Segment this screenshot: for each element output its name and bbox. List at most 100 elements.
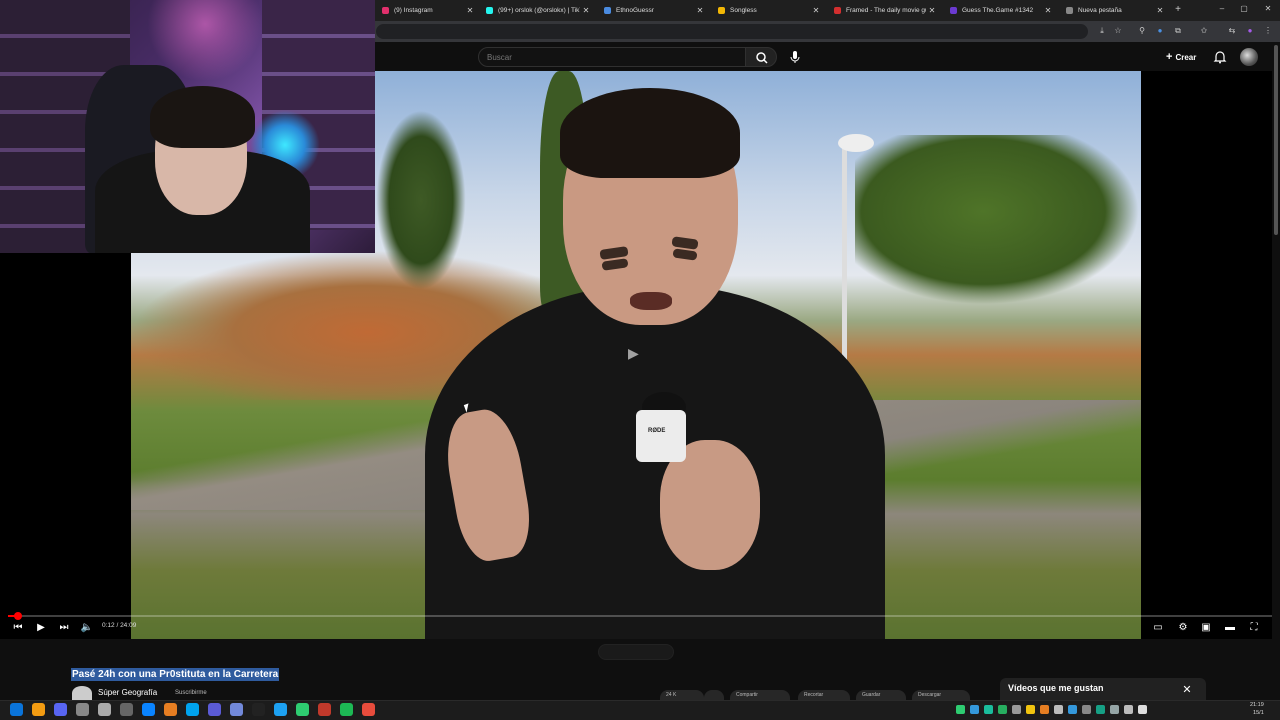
tray-icon[interactable] [956,705,965,714]
taskbar-app-icon[interactable] [340,703,353,716]
taskbar-app-icon[interactable] [54,703,67,716]
new-tab-button[interactable]: + [1172,4,1184,16]
browser-tab[interactable]: Framed - The daily movie gu ✕ [828,2,938,19]
extension-icon[interactable]: ⚲ [1136,25,1148,37]
minimize-button[interactable]: – [1216,4,1228,13]
tray-icon[interactable] [998,705,1007,714]
tray-icon[interactable] [984,705,993,714]
channel-avatar[interactable] [72,686,92,700]
save-button[interactable]: Guardar [856,690,906,700]
taskbar-app-icon[interactable] [10,703,23,716]
taskbar-app-icon[interactable] [252,703,265,716]
like-button[interactable]: 24 K [660,690,704,700]
tab-favicon-icon [718,7,725,14]
browser-tab[interactable]: (99+) orslok (@orslokx) | TikTo ✕ [480,2,592,19]
time-display: 0:12 / 24:09 [102,622,137,629]
profile-icon[interactable]: ● [1244,25,1256,37]
install-icon[interactable]: ⤓ [1096,25,1108,37]
create-button[interactable]: + Crear [1166,48,1202,66]
progress-bar[interactable] [8,615,1272,617]
menu-dots-icon[interactable]: ⋮ [1262,25,1274,37]
previous-icon: ⏮ [13,622,23,633]
dislike-button[interactable] [704,690,724,700]
tab-close-icon[interactable]: ✕ [810,6,822,15]
taskbar-app-icon[interactable] [318,703,331,716]
miniplayer-button[interactable]: ▣ [1198,620,1214,636]
tray-icon[interactable] [1026,705,1035,714]
taskbar-app-icon[interactable] [76,703,89,716]
tray-icon[interactable] [1082,705,1091,714]
tab-label: Nueva pestaña [1078,7,1122,14]
previous-button[interactable]: ⏮ [10,620,26,636]
storyboard-preview [598,644,674,660]
center-play-icon[interactable]: ▶ [628,345,644,363]
tray-icon[interactable] [1012,705,1021,714]
side-panel-icon[interactable]: ⇆ [1226,25,1238,37]
close-window-button[interactable]: ✕ [1262,4,1274,13]
subscribe-button[interactable]: Suscribirme [175,690,207,696]
search-input[interactable]: Buscar [478,47,746,67]
taskbar-app-icon[interactable] [296,703,309,716]
scrollbar-thumb[interactable] [1274,45,1278,235]
tray-icon[interactable] [1138,705,1147,714]
tray-icon[interactable] [1096,705,1105,714]
tray-icon[interactable] [1110,705,1119,714]
search-button[interactable] [745,47,777,67]
share-button[interactable]: Compartir [730,690,790,700]
tray-icon[interactable] [1124,705,1133,714]
notifications-button[interactable] [1212,49,1228,65]
taskbar-app-icon[interactable] [98,703,111,716]
voice-search-button[interactable] [785,47,805,67]
taskbar-app-icon[interactable] [186,703,199,716]
tray-icon[interactable] [1068,705,1077,714]
account-avatar[interactable] [1240,48,1258,66]
video-scene-tree [855,135,1140,305]
play-button[interactable]: ▶ [33,620,49,636]
browser-tab[interactable]: Guess The.Game #1342 ✕ [944,2,1054,19]
clock-time: 21:19 [1250,702,1264,708]
webcam-person-hair [150,86,255,148]
tab-close-icon[interactable]: ✕ [926,6,938,15]
channel-name[interactable]: Súper Geografía [98,688,157,697]
taskbar-clock[interactable]: 21:19 15/1 [1250,701,1264,717]
taskbar-app-icon[interactable] [230,703,243,716]
volume-icon: 🔈 [80,622,94,633]
taskbar-app-icon[interactable] [120,703,133,716]
taskbar-app-icon[interactable] [142,703,155,716]
browser-tab[interactable]: Nueva pestaña ✕ [1060,2,1166,19]
fullscreen-button[interactable]: ⛶ [1246,620,1262,636]
next-button[interactable]: ⏭ [56,620,72,636]
bookmark-star-icon[interactable]: ☆ [1112,25,1124,37]
theater-mode-button[interactable]: ▬ [1222,620,1238,636]
close-panel-button[interactable]: ✕ [1181,684,1193,696]
taskbar-app-icon[interactable] [164,703,177,716]
tab-close-icon[interactable]: ✕ [580,6,592,15]
download-button[interactable]: Descargar [912,690,970,700]
tray-icon[interactable] [970,705,979,714]
extension-blue-icon[interactable]: ● [1154,25,1166,37]
tab-close-icon[interactable]: ✕ [694,6,706,15]
puzzle-icon[interactable]: ⧉ [1172,25,1184,37]
reading-list-icon[interactable]: ✩ [1198,25,1210,37]
settings-button[interactable]: ⚙ [1175,620,1191,636]
browser-tab[interactable]: Songless ✕ [712,2,822,19]
gear-icon: ⚙ [1178,622,1188,633]
subtitles-button[interactable]: ▭ [1150,620,1166,636]
microphone-brand: RØDE [648,428,666,434]
taskbar-app-icon[interactable] [32,703,45,716]
volume-button[interactable]: 🔈 [79,620,95,636]
browser-tab[interactable]: (9) Instagram ✕ [376,2,476,19]
clip-button[interactable]: Recortar [798,690,850,700]
taskbar-app-icon[interactable] [274,703,287,716]
create-label: Crear [1175,52,1197,62]
tab-close-icon[interactable]: ✕ [464,6,476,15]
taskbar-app-icon[interactable] [362,703,375,716]
tab-close-icon[interactable]: ✕ [1154,6,1166,15]
tray-icon[interactable] [1054,705,1063,714]
taskbar-app-icon[interactable] [208,703,221,716]
tab-close-icon[interactable]: ✕ [1042,6,1054,15]
maximize-button[interactable]: ▢ [1238,4,1250,13]
browser-tab[interactable]: EthnoGuessr ✕ [598,2,706,19]
address-bar[interactable] [376,24,1088,39]
tray-icon[interactable] [1040,705,1049,714]
